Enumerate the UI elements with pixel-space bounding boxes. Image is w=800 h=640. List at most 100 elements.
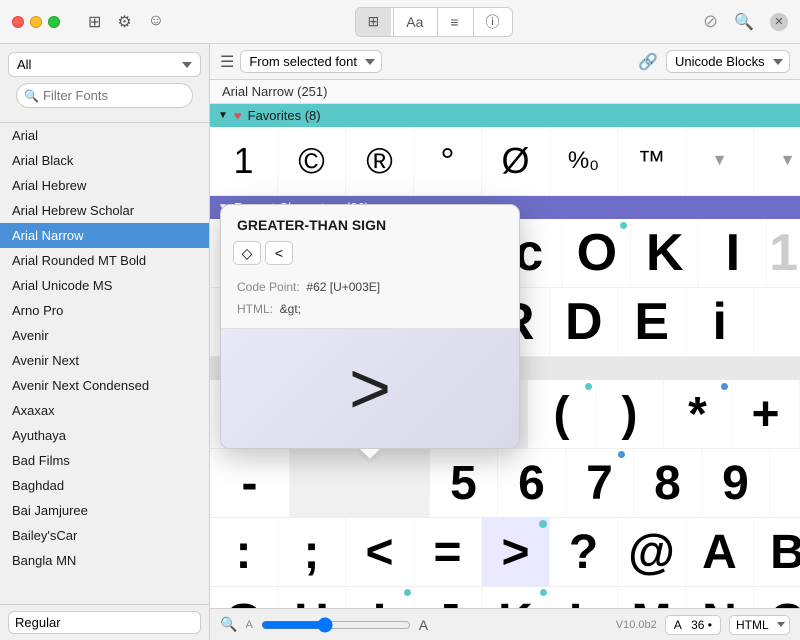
char-cell-8[interactable]: 8 bbox=[634, 449, 702, 517]
font-item-arial-black[interactable]: Arial Black bbox=[0, 148, 209, 173]
char-overflow: 1 bbox=[767, 219, 800, 287]
grid-view-btn[interactable]: ⊞ bbox=[356, 8, 392, 36]
char-J[interactable]: J bbox=[414, 587, 482, 608]
font-item-arial-rounded-mt-bold[interactable]: Arial Rounded MT Bold bbox=[0, 248, 209, 273]
font-item-bad-films[interactable]: Bad Films bbox=[0, 448, 209, 473]
font-item-arial-hebrew[interactable]: Arial Hebrew bbox=[0, 173, 209, 198]
char-cell-empty-set[interactable]: Ø bbox=[482, 127, 550, 195]
format-select[interactable]: HTML bbox=[729, 615, 790, 635]
font-item-avenir-next[interactable]: Avenir Next bbox=[0, 348, 209, 373]
favorites-section-header[interactable]: ▼ ♥ Favorites (8) bbox=[210, 104, 800, 127]
info-view-btn[interactable]: ⓘ bbox=[473, 8, 512, 36]
size-slider[interactable] bbox=[261, 617, 411, 633]
popup-next-btn[interactable]: < bbox=[265, 241, 293, 265]
char-cell-I[interactable]: I bbox=[699, 219, 767, 287]
char-cell-paren-open[interactable]: ( bbox=[528, 380, 596, 448]
char-H[interactable]: H bbox=[278, 587, 346, 608]
toolbar-right: 🔗 Unicode Blocks bbox=[638, 50, 790, 73]
char-cell-6[interactable]: 6 bbox=[498, 449, 566, 517]
font-item-avenir-next-condensed[interactable]: Avenir Next Condensed bbox=[0, 373, 209, 398]
char-less-than[interactable]: < bbox=[346, 518, 414, 586]
char-cell-5[interactable]: 5 bbox=[430, 449, 498, 517]
font-item-axaxax[interactable]: Axaxax bbox=[0, 398, 209, 423]
char-cell-copyright[interactable]: © bbox=[278, 127, 346, 195]
popup-prev-btn[interactable]: ◇ bbox=[233, 241, 261, 265]
char-I2[interactable]: I bbox=[346, 587, 414, 608]
font-item-bangla-mn[interactable]: Bangla MN bbox=[0, 548, 209, 573]
heart-icon: ♥ bbox=[234, 108, 242, 123]
close-button[interactable] bbox=[12, 16, 24, 28]
font-item-arno-pro[interactable]: Arno Pro bbox=[0, 298, 209, 323]
char-B[interactable]: B bbox=[754, 518, 800, 586]
char-at[interactable]: @ bbox=[618, 518, 686, 586]
bottom-search-icon[interactable]: 🔍 bbox=[220, 616, 237, 633]
unicode-select[interactable]: Unicode Blocks bbox=[666, 50, 790, 73]
char-cell-permille[interactable]: %₀ bbox=[550, 127, 618, 195]
list-view-icon: ☰ bbox=[220, 52, 234, 72]
text-view-btn[interactable]: Aa bbox=[393, 8, 435, 36]
window-close-btn[interactable]: ✕ bbox=[770, 13, 788, 31]
fullscreen-button[interactable] bbox=[48, 16, 60, 28]
char-cell-dash[interactable]: - bbox=[210, 449, 290, 517]
char-colon[interactable]: : bbox=[210, 518, 278, 586]
char-A[interactable]: A bbox=[686, 518, 754, 586]
char-grid-container[interactable]: ▼ ♥ Favorites (8) 1 © ® ° Ø %₀ ™ ▼ ▼ ▼ R… bbox=[210, 104, 800, 608]
char-cell-asterisk[interactable]: * bbox=[664, 380, 732, 448]
font-item-ayuthaya[interactable]: Ayuthaya bbox=[0, 423, 209, 448]
char-cell-trademark[interactable]: ™ bbox=[618, 127, 686, 195]
font-size-button[interactable]: A 36 • bbox=[665, 615, 721, 635]
popup-card: GREATER-THAN SIGN ◇ < Code Point: #62 [U… bbox=[220, 204, 520, 449]
font-item-bai-jamjuree[interactable]: Bai Jamjuree bbox=[0, 498, 209, 523]
char-cell-paren-close[interactable]: ) bbox=[596, 380, 664, 448]
font-item-arial-unicode-ms[interactable]: Arial Unicode MS bbox=[0, 273, 209, 298]
char-cell-D[interactable]: D bbox=[550, 288, 618, 356]
font-item-baghdad[interactable]: Baghdad bbox=[0, 473, 209, 498]
char-overflow2 bbox=[754, 288, 800, 356]
content-toolbar: ☰ From selected font 🔗 Unicode Blocks bbox=[210, 44, 800, 80]
search-icon[interactable]: 🔍 bbox=[734, 12, 754, 32]
char-L[interactable]: L bbox=[550, 587, 618, 608]
char-cell-O[interactable]: O bbox=[563, 219, 631, 287]
char-cell-arrow-down2[interactable]: ▼ bbox=[754, 127, 800, 195]
char-M[interactable]: M bbox=[618, 587, 686, 608]
char-question[interactable]: ? bbox=[550, 518, 618, 586]
char-cell-E[interactable]: E bbox=[618, 288, 686, 356]
settings-icon[interactable]: ⚙ bbox=[117, 12, 131, 32]
char-cell-registered[interactable]: ® bbox=[346, 127, 414, 195]
size-max-label: A bbox=[419, 617, 428, 633]
source-select[interactable]: From selected font bbox=[240, 50, 382, 73]
char-equals[interactable]: = bbox=[414, 518, 482, 586]
font-item-arial[interactable]: Arial bbox=[0, 123, 209, 148]
emoji-icon[interactable]: ☺ bbox=[148, 12, 164, 32]
font-item-arial-hebrew-scholar[interactable]: Arial Hebrew Scholar bbox=[0, 198, 209, 223]
char-cell-degree[interactable]: ° bbox=[414, 127, 482, 195]
list-view-btn[interactable]: ≡ bbox=[437, 8, 470, 36]
char-K2[interactable]: K bbox=[482, 587, 550, 608]
category-select[interactable]: All bbox=[8, 52, 201, 77]
font-item-arial-narrow[interactable]: Arial Narrow bbox=[0, 223, 209, 248]
char-O2[interactable]: O bbox=[754, 587, 800, 608]
char-cell-7b[interactable]: 7 bbox=[566, 449, 634, 517]
char-G[interactable]: G bbox=[210, 587, 278, 608]
popup-info: Code Point: #62 [U+003E] HTML: &gt; bbox=[221, 273, 519, 328]
char-cell-i[interactable]: i bbox=[686, 288, 754, 356]
char-cell-plus[interactable]: + bbox=[732, 380, 800, 448]
char-cell-9[interactable]: 9 bbox=[702, 449, 770, 517]
char-greater-than[interactable]: > bbox=[482, 518, 550, 586]
font-size-label: A bbox=[674, 618, 681, 632]
char-cell-K[interactable]: K bbox=[631, 219, 699, 287]
search-input[interactable] bbox=[16, 83, 193, 108]
char-cell-arrow-down[interactable]: ▼ bbox=[686, 127, 754, 195]
char-semicolon[interactable]: ; bbox=[278, 518, 346, 586]
font-size-value: 36 bbox=[691, 618, 704, 632]
style-select[interactable]: Regular bbox=[8, 611, 201, 634]
favorites-chars-row: 1 © ® ° Ø %₀ ™ ▼ ▼ bbox=[210, 127, 800, 196]
font-item-avenir[interactable]: Avenir bbox=[0, 323, 209, 348]
minimize-button[interactable] bbox=[30, 16, 42, 28]
browse-icon[interactable]: ⊞ bbox=[88, 12, 101, 32]
favorites-arrow: ▼ bbox=[218, 110, 228, 121]
font-item-baileys-car[interactable]: Bailey'sCar bbox=[0, 523, 209, 548]
char-N[interactable]: N bbox=[686, 587, 754, 608]
code-point-label: Code Point: bbox=[237, 280, 300, 294]
char-cell-1[interactable]: 1 bbox=[210, 127, 278, 195]
